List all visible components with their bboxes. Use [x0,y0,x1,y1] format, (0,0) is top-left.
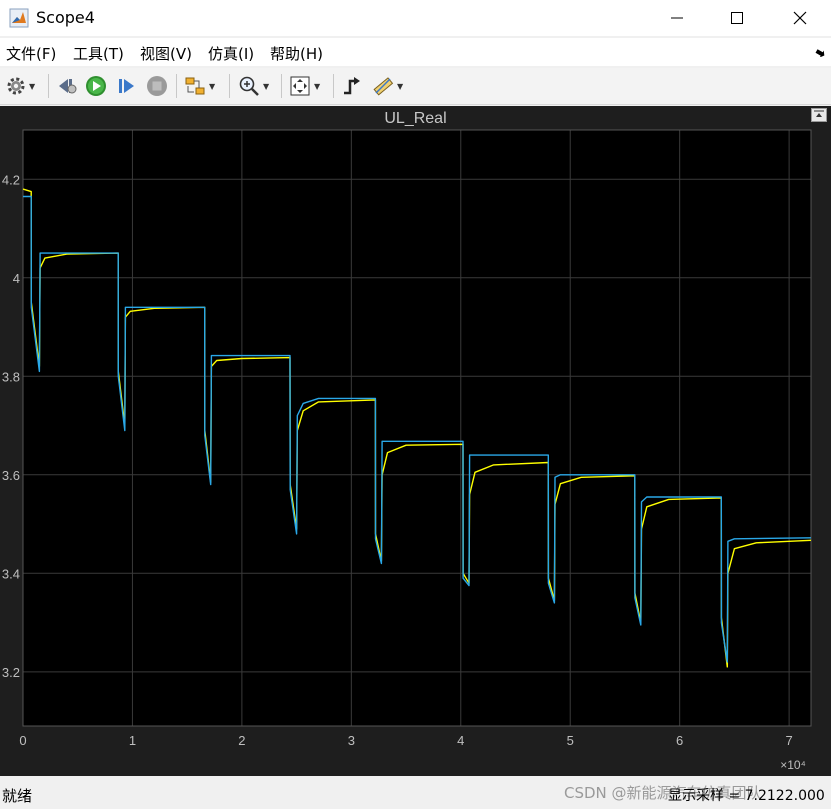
menu-help[interactable]: 帮助(H) [270,43,323,64]
y-tick-label: 3.2 [2,665,20,680]
y-tick-label: 3.6 [2,468,20,483]
toolbar-separator [281,74,282,98]
stop-icon [147,76,167,96]
zoom-button[interactable]: ▼ [238,73,269,99]
minimize-icon [671,17,683,19]
window-title: Scope4 [36,8,95,27]
dropdown-arrow-icon[interactable]: ▼ [29,82,35,91]
zoom-in-icon [239,76,259,96]
status-bar: 就绪 CSDN @新能源汽车仿真团队 显示采样 = 7.2122.000 [0,778,831,809]
toolbar-separator [333,74,334,98]
minimize-button[interactable] [648,0,706,36]
x-tick-label: 1 [129,733,136,748]
menu-simulation[interactable]: 仿真(I) [208,43,254,64]
toolbar-separator [48,74,49,98]
step-forward-icon [119,79,134,93]
dropdown-arrow-icon[interactable]: ▼ [263,82,269,91]
triggers-icon [344,77,360,95]
status-text: 就绪 [2,787,33,805]
x-tick-label: 0 [19,733,26,748]
axes-background [23,130,811,726]
x-exponent-label: ×10⁴ [780,758,806,772]
toolbar-separator [229,74,230,98]
plot-panel: 0 1 2 3 4 5 6 7 3.2 3.4 3.6 3.8 4 4.2 ×10⁴ UL_Real [0,106,831,776]
run-icon [86,76,106,96]
autoscale-button[interactable]: ▼ [289,73,320,99]
triggers-button[interactable] [341,73,363,99]
x-tick-label: 5 [567,733,574,748]
highlight-block-icon [185,77,205,95]
menu-view[interactable]: 视图(V) [140,43,192,64]
y-tick-label: 4 [13,271,20,286]
measurements-button[interactable]: ▼ [372,73,403,99]
title-bar: Scope4 [0,0,831,36]
autoscale-icon [290,76,310,96]
y-tick-label: 3.8 [2,369,20,384]
x-tick-label: 3 [348,733,355,748]
toolbar: ▼ ▼ ▼ ▼ ▼ [0,68,831,105]
menu-bar: 文件(F) 工具(T) 视图(V) 仿真(I) 帮助(H) [0,38,831,66]
scope-window: Scope4 文件(F) 工具(T) 视图(V) 仿真(I) 帮助(H) ▼ ▼… [0,0,831,809]
menu-overflow-arrow-icon[interactable] [815,49,825,57]
dropdown-arrow-icon[interactable]: ▼ [314,82,320,91]
close-button[interactable] [771,0,829,36]
step-forward-button[interactable] [116,73,138,99]
matlab-logo-icon [9,8,29,28]
undock-icon[interactable] [811,108,827,122]
stop-button[interactable] [146,73,168,99]
x-tick-label: 2 [238,733,245,748]
highlight-block-button[interactable]: ▼ [184,73,215,99]
maximize-icon [731,12,743,24]
x-tick-label: 6 [676,733,683,748]
run-button[interactable] [85,73,107,99]
step-back-button[interactable] [56,73,78,99]
step-back-icon [59,79,77,94]
menu-tools[interactable]: 工具(T) [73,43,124,64]
maximize-button[interactable] [708,0,766,36]
close-icon [793,11,807,25]
toolbar-separator [176,74,177,98]
x-tick-label: 7 [785,733,792,748]
gear-icon [7,77,25,95]
dropdown-arrow-icon[interactable]: ▼ [397,82,403,91]
y-tick-label: 4.2 [2,172,20,187]
dropdown-arrow-icon[interactable]: ▼ [209,82,215,91]
settings-button[interactable]: ▼ [6,73,35,99]
plot-title: UL_Real [384,110,447,127]
y-tick-label: 3.4 [2,566,20,581]
x-tick-label: 4 [457,733,464,748]
measurements-icon [373,77,394,96]
menu-file[interactable]: 文件(F) [6,43,56,64]
scope-plot[interactable]: 0 1 2 3 4 5 6 7 3.2 3.4 3.6 3.8 4 4.2 ×10⁴ [0,106,831,776]
sample-display-text: 显示采样 = 7.2122.000 [668,788,825,804]
